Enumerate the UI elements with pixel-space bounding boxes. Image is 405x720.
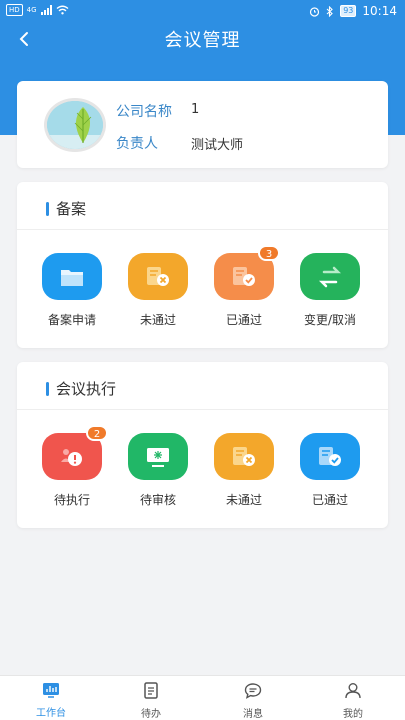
filing-rejected-label: 未通过	[139, 313, 176, 327]
swap-arrows-icon	[300, 253, 360, 300]
section-accent-bar	[46, 201, 49, 216]
review-monitor-icon	[128, 433, 188, 480]
network-type: 4G	[26, 6, 37, 14]
folder-icon	[42, 253, 102, 300]
hd-indicator: HD	[6, 4, 23, 16]
filing-apply-label: 备案申请	[47, 313, 96, 327]
signal-icon	[40, 5, 52, 15]
tab-workbench[interactable]: 工作台	[16, 682, 86, 719]
filing-apply-button[interactable]: 备案申请	[29, 253, 115, 328]
clock: 10:14	[362, 4, 397, 18]
profile-icon	[345, 683, 361, 699]
execution-review-button[interactable]: 待审核	[115, 433, 201, 508]
owner-label: 负责人	[116, 136, 158, 152]
filing-change-cancel-button[interactable]: 变更/取消	[287, 253, 373, 328]
approved-count-badge: 3	[258, 245, 280, 261]
page-title: 会议管理	[164, 30, 241, 51]
execution-approved-label: 已通过	[311, 493, 348, 507]
tab-workbench-label: 工作台	[36, 708, 66, 719]
tab-messages-label: 消息	[243, 709, 263, 720]
execution-rejected-button[interactable]: 未通过	[201, 433, 287, 508]
message-icon	[244, 683, 262, 699]
company-avatar	[44, 98, 106, 152]
leaf-image	[47, 101, 103, 149]
filing-approved-button[interactable]: 3 已通过	[201, 245, 287, 328]
owner-value: 测试大师	[191, 138, 244, 153]
filing-rejected-button[interactable]: 未通过	[115, 253, 201, 328]
rejected-doc-icon	[128, 253, 188, 300]
section-divider	[17, 229, 388, 230]
execution-section-title: 会议执行	[56, 380, 117, 398]
execution-approved-button[interactable]: 已通过	[287, 433, 373, 508]
execution-pending-button[interactable]: 2 待执行	[29, 425, 115, 508]
filing-section-title: 备案	[56, 200, 87, 218]
company-name-label: 公司名称	[116, 104, 172, 120]
company-card: 公司名称 1 负责人 测试大师	[17, 81, 388, 168]
wifi-icon	[56, 5, 68, 15]
nav-bar: 会议管理	[0, 22, 405, 58]
bluetooth-icon	[326, 5, 334, 17]
approved-doc-icon: 3	[214, 245, 280, 300]
execution-section: 会议执行 2 待执行 待审核 未通过 已通过	[17, 362, 388, 528]
tab-profile[interactable]: 我的	[318, 682, 388, 720]
approved-doc-icon	[300, 433, 360, 480]
todo-icon	[144, 682, 158, 699]
filing-section: 备案 备案申请 未通过 3 已通过 变更/取消	[17, 182, 388, 348]
battery-icon: 93	[340, 5, 357, 17]
execution-review-label: 待审核	[139, 493, 176, 507]
tab-todo[interactable]: 待办	[116, 682, 186, 720]
execution-pending-label: 待执行	[53, 493, 90, 507]
rejected-doc-icon	[214, 433, 274, 480]
tab-messages[interactable]: 消息	[218, 682, 288, 720]
filing-approved-label: 已通过	[225, 313, 262, 327]
status-bar: HD 4G 93 10:14	[0, 0, 405, 22]
execution-section-header: 会议执行	[46, 378, 116, 399]
bottom-tab-bar: 工作台 待办 消息 我的	[0, 675, 405, 720]
execution-rejected-label: 未通过	[225, 493, 262, 507]
pending-people-icon: 2	[42, 425, 108, 480]
section-divider	[17, 409, 388, 410]
filing-change-cancel-label: 变更/取消	[303, 313, 357, 327]
filing-section-header: 备案	[46, 198, 86, 219]
pending-count-badge: 2	[86, 425, 108, 441]
alarm-icon	[310, 6, 320, 17]
workbench-icon	[43, 683, 59, 698]
company-name-value: 1	[191, 102, 200, 117]
section-accent-bar	[46, 381, 49, 396]
tab-profile-label: 我的	[343, 709, 363, 720]
tab-todo-label: 待办	[141, 709, 161, 720]
